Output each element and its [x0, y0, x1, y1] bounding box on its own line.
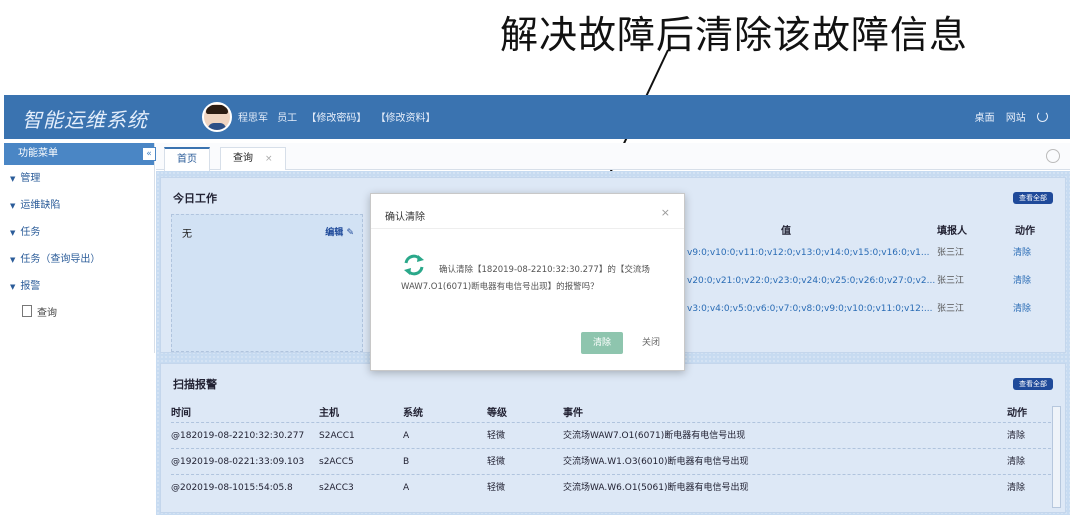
tab-query[interactable]: 查询 × [220, 147, 286, 170]
dialog-close-icon[interactable]: × [661, 206, 670, 219]
tab-label: 首页 [177, 154, 197, 165]
dialog-title: 确认清除 [385, 212, 425, 223]
column-header-event: 事件 [563, 408, 583, 419]
change-password-link[interactable]: 【修改密码】 [306, 113, 366, 124]
event-link[interactable]: 交流场WA.W1.O3(6010)断电器有电信号出现 [563, 449, 749, 475]
edit-label: 编辑 [325, 228, 344, 238]
user-role: 员工 [277, 113, 298, 124]
reporter-cell: 张三江 [937, 276, 965, 286]
caret-icon: ▼ [10, 229, 16, 237]
sidebar-item-label: 管理 [20, 173, 41, 184]
host-cell: S2ACC1 [319, 431, 355, 441]
tab-home[interactable]: 首页 [164, 147, 210, 171]
today-work-view-all[interactable]: 查看全部 [1013, 192, 1053, 204]
sidebar-item-label: 运维缺陷 [20, 200, 61, 211]
user-info: 程思军 员工 【修改密码】 【修改资料】 [238, 109, 442, 124]
dialog-divider [371, 228, 684, 229]
caret-icon: ▼ [10, 256, 16, 264]
sidebar-collapse-icon[interactable]: « [142, 147, 156, 161]
column-header-action: 动作 [1015, 226, 1035, 237]
column-header-level: 等级 [487, 408, 507, 419]
reporter-cell: 张三江 [937, 248, 965, 258]
level-cell: 轻微 [487, 457, 506, 467]
reporter-cell: 张三江 [937, 304, 965, 314]
sidebar-title: 功能菜单 [18, 148, 58, 159]
value-cell: v20:0;v21:0;v22:0;v23:0;v24:0;v25:0;v26:… [687, 276, 936, 286]
power-icon[interactable] [1037, 111, 1048, 122]
clear-action-link[interactable]: 清除 [1013, 268, 1031, 294]
website-link[interactable]: 网站 [1006, 113, 1026, 124]
clear-action-link[interactable]: 清除 [1007, 449, 1025, 475]
system-cell: B [403, 457, 410, 467]
value-cell: v9:0;v10:0;v11:0;v12:0;v13:0;v14:0;v15:0… [687, 248, 930, 258]
caret-icon: ▼ [10, 283, 16, 291]
top-bar: 智能运维系统 程思军 员工 【修改密码】 【修改资料】 桌面 网站 [4, 95, 1070, 139]
value-cell: v3:0;v4:0;v5:0;v6:0;v7:0;v8:0;v9:0;v10:0… [687, 304, 933, 314]
edit-link[interactable]: 编辑 ✎ [325, 225, 354, 238]
today-work-empty: 无 [182, 229, 192, 240]
user-name: 程思军 [238, 113, 268, 124]
clear-action-link[interactable]: 清除 [1013, 296, 1031, 322]
edit-profile-link[interactable]: 【修改资料】 [376, 113, 436, 124]
column-header-value: 值 [781, 226, 791, 237]
close-button[interactable]: 关闭 [635, 332, 667, 354]
event-link[interactable]: 交流场WAW7.O1(6071)断电器有电信号出现 [563, 423, 745, 449]
sidebar-item-manage[interactable]: ▼ 管理 [4, 165, 154, 192]
time-cell: @202019-08-1015:54:05.8 [171, 483, 293, 493]
today-work-title: 今日工作 [173, 192, 217, 205]
dialog-message: 确认清除【182019-08-2210:32:30.277】的【交流场WAW7.… [401, 265, 650, 292]
host-cell: s2ACC5 [319, 457, 354, 467]
host-cell: s2ACC3 [319, 483, 354, 493]
pencil-icon: ✎ [346, 228, 354, 238]
sidebar-item-tasks[interactable]: ▼ 任务 [4, 219, 154, 246]
app-logo: 智能运维系统 [22, 108, 148, 132]
alarm-table-header: 时间 主机 系统 等级 事件 动作 [171, 404, 1061, 424]
sidebar-item-tasks-export[interactable]: ▼ 任务（查询导出） [4, 246, 154, 273]
sidebar-item-label: 查询 [37, 308, 57, 319]
table-row: @202019-08-1015:54:05.8 s2ACC3 A 轻微 交流场W… [171, 474, 1061, 501]
column-header-system: 系统 [403, 408, 423, 419]
sidebar-item-label: 任务 [20, 227, 41, 238]
time-cell: @192019-08-0221:33:09.103 [171, 457, 305, 467]
scan-alarm-view-all[interactable]: 查看全部 [1013, 378, 1053, 390]
settings-icon[interactable] [1046, 149, 1060, 163]
table-row: @192019-08-0221:33:09.103 s2ACC5 B 轻微 交流… [171, 448, 1061, 475]
time-cell: @182019-08-2210:32:30.277 [171, 431, 305, 441]
user-avatar[interactable] [202, 102, 232, 132]
system-cell: A [403, 483, 410, 493]
scan-alarm-panel: 扫描报警 查看全部 时间 主机 系统 等级 事件 动作 @182019-08-2… [160, 363, 1066, 513]
table-row: @182019-08-2210:32:30.277 S2ACC1 A 轻微 交流… [171, 422, 1061, 449]
sidebar-item-alarms[interactable]: ▼ 报警 [4, 273, 154, 300]
system-cell: A [403, 431, 410, 441]
confirm-clear-dialog: 确认清除 × 确认清除【182019-08-2210:32:30.277】的【交… [370, 193, 685, 371]
sidebar-item-query[interactable]: 查询 [4, 300, 154, 327]
alarm-scrollbar[interactable] [1052, 406, 1061, 508]
clear-action-link[interactable]: 清除 [1007, 475, 1025, 501]
event-link[interactable]: 交流场WA.W6.O1(5061)断电器有电信号出现 [563, 475, 749, 501]
column-header-host: 主机 [319, 408, 339, 419]
document-icon [22, 305, 32, 317]
sidebar-item-label: 报警 [20, 281, 41, 292]
sidebar-item-label: 任务（查询导出） [20, 254, 101, 265]
desktop-link[interactable]: 桌面 [975, 113, 995, 124]
tab-label: 查询 [233, 153, 253, 164]
column-header-time: 时间 [171, 408, 191, 419]
level-cell: 轻微 [487, 483, 506, 493]
caret-icon: ▼ [10, 202, 16, 210]
column-header-reporter: 填报人 [937, 226, 967, 237]
clear-action-link[interactable]: 清除 [1007, 423, 1025, 449]
confirm-clear-button[interactable]: 清除 [581, 332, 623, 354]
top-links: 桌面 网站 [967, 109, 1048, 124]
close-icon[interactable]: × [265, 154, 273, 164]
level-cell: 轻微 [487, 431, 506, 441]
scan-alarm-title: 扫描报警 [173, 378, 217, 391]
sidebar: 功能菜单 « ▼ 管理 ▼ 运维缺陷 ▼ 任务 ▼ 任务（查询导出） ▼ 报警 查询 [4, 143, 156, 353]
sidebar-header: 功能菜单 « [4, 143, 156, 165]
caret-icon: ▼ [10, 175, 16, 183]
tab-bar: 首页 查询 × [156, 143, 1070, 171]
column-header-action: 动作 [1007, 408, 1027, 419]
clear-action-link[interactable]: 清除 [1013, 240, 1031, 266]
sidebar-item-defects[interactable]: ▼ 运维缺陷 [4, 192, 154, 219]
